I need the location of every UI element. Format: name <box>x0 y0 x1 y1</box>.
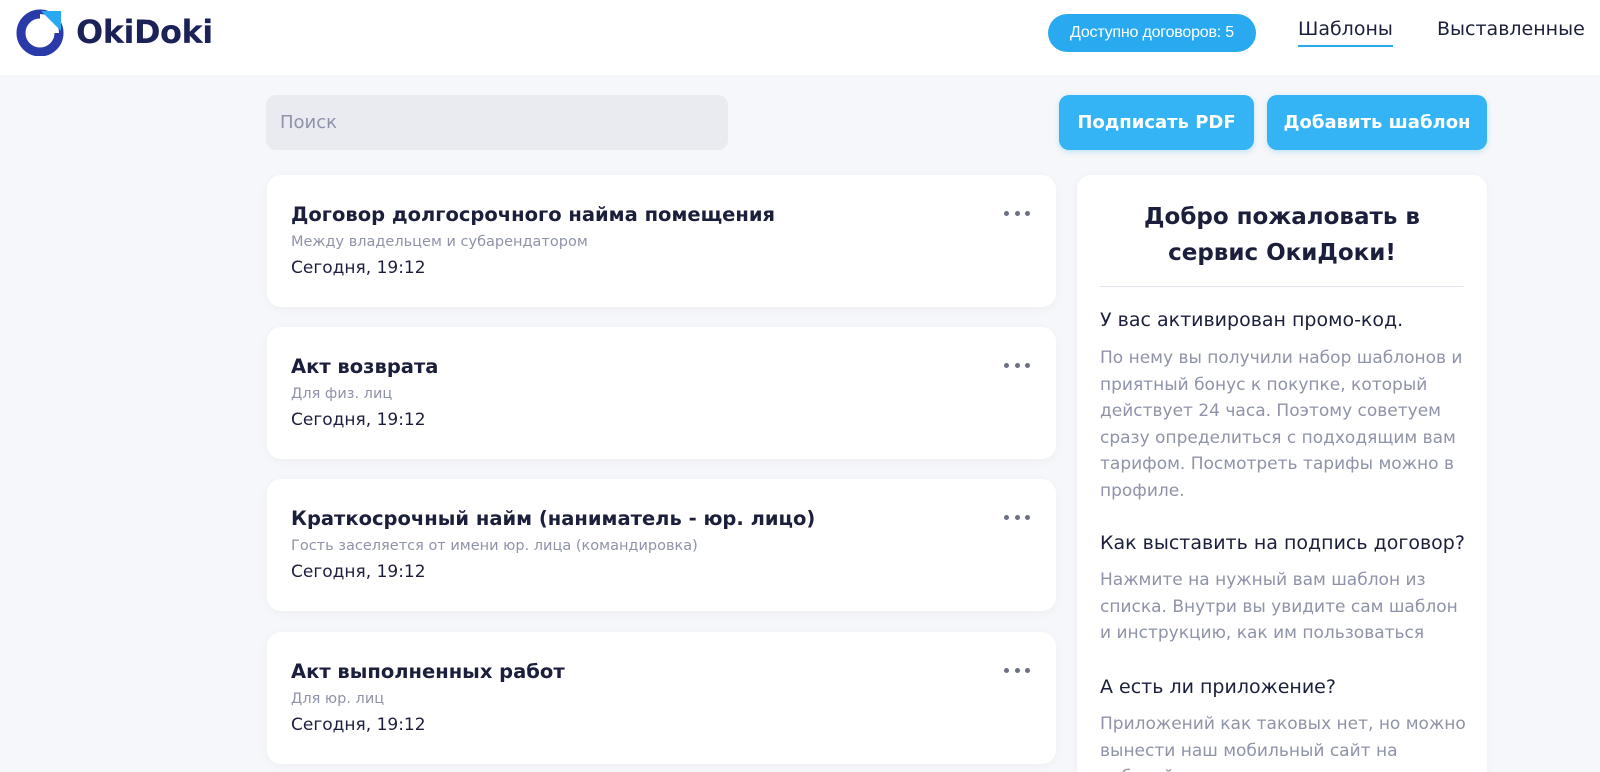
template-subtitle: Гость заселяется от имени юр. лица (кома… <box>291 538 698 554</box>
nav-tab-templates[interactable]: Шаблоны <box>1298 18 1393 47</box>
template-subtitle: Для физ. лиц <box>291 386 393 402</box>
template-date: Сегодня, 19:12 <box>291 410 426 430</box>
how-to-sign-text: Нажмите на нужный вам шаблон из списка. … <box>1100 570 1458 643</box>
promo-text: По нему вы получили набор шаблонов и при… <box>1100 348 1463 501</box>
okidoki-logo-icon <box>16 9 64 56</box>
template-date: Сегодня, 19:12 <box>291 562 426 582</box>
welcome-panel: Добро пожаловать в сервис ОкиДоки! У вас… <box>1077 175 1487 772</box>
template-title: Акт выполненных работ <box>291 660 565 683</box>
welcome-title: Добро пожаловать в сервис ОкиДоки! <box>1144 204 1420 266</box>
template-card[interactable]: Краткосрочный найм (наниматель - юр. лиц… <box>267 479 1056 611</box>
divider <box>1100 286 1464 287</box>
app-text: Приложений как таковых нет, но можно вын… <box>1100 714 1466 772</box>
how-to-sign-heading: Как выставить на подпись договор? <box>1100 532 1465 554</box>
sign-pdf-button[interactable]: Подписать PDF <box>1059 95 1254 150</box>
more-horizontal-icon[interactable] <box>1004 355 1030 375</box>
brand-name: OkiDoki <box>76 13 213 51</box>
template-subtitle: Для юр. лиц <box>291 691 385 707</box>
more-horizontal-icon[interactable] <box>1004 203 1030 223</box>
template-card[interactable]: Акт возврата Для физ. лиц Сегодня, 19:12 <box>267 327 1056 459</box>
more-horizontal-icon[interactable] <box>1004 660 1030 680</box>
template-card[interactable]: Договор долгосрочного найма помещения Ме… <box>267 175 1056 307</box>
nav-tab-issued[interactable]: Выставленные <box>1437 18 1585 40</box>
active-tab-underline <box>1298 45 1393 47</box>
app-heading: А есть ли приложение? <box>1100 676 1336 698</box>
available-contracts-badge[interactable]: Доступно договоров: 5 <box>1048 14 1256 52</box>
template-date: Сегодня, 19:12 <box>291 715 426 735</box>
add-template-button[interactable]: Добавить шаблон <box>1267 95 1487 150</box>
template-title: Акт возврата <box>291 355 439 378</box>
top-header: OkiDoki Доступно договоров: 5 Шаблоны Вы… <box>0 0 1600 75</box>
more-horizontal-icon[interactable] <box>1004 507 1030 527</box>
template-card[interactable]: Акт выполненных работ Для юр. лиц Сегодн… <box>267 632 1056 764</box>
search-input[interactable] <box>266 95 728 150</box>
nav-tab-templates-label: Шаблоны <box>1298 18 1393 40</box>
template-title: Краткосрочный найм (наниматель - юр. лиц… <box>291 507 816 530</box>
brand-logo[interactable]: OkiDoki <box>16 8 213 56</box>
template-title: Договор долгосрочного найма помещения <box>291 203 776 226</box>
promo-heading: У вас активирован промо-код. <box>1100 309 1404 331</box>
template-subtitle: Между владельцем и субарендатором <box>291 234 588 250</box>
template-date: Сегодня, 19:12 <box>291 258 426 278</box>
